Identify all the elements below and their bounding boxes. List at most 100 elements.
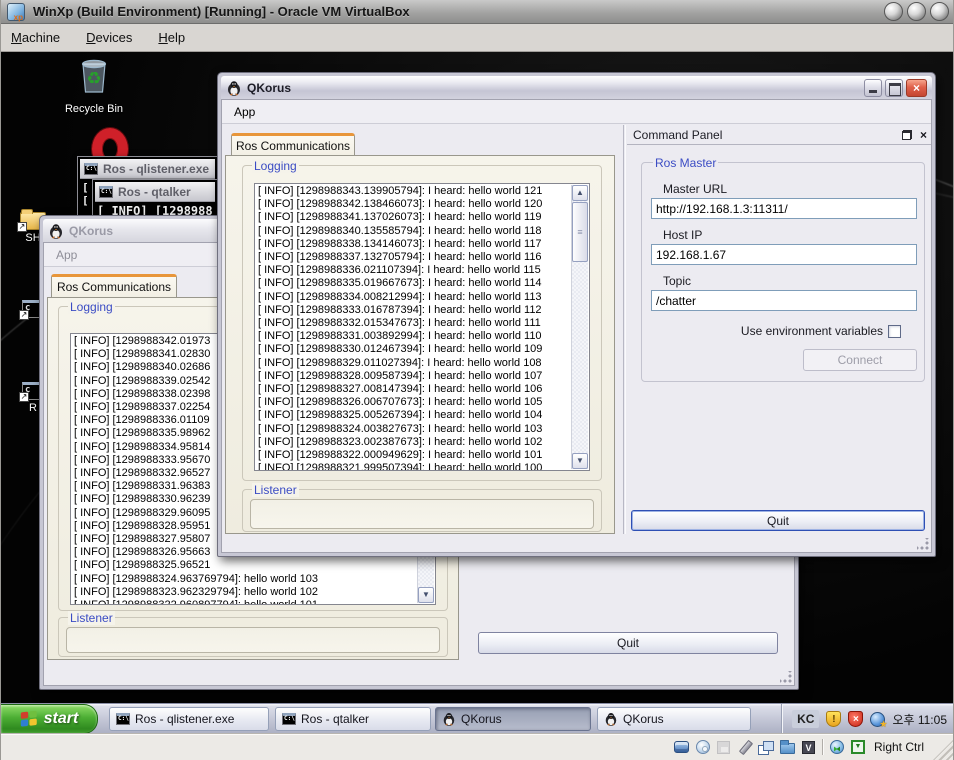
log-line[interactable]: [ INFO] [1298988324.003827673]: I heard:… bbox=[258, 423, 571, 436]
command-panel-titlebar[interactable]: Command Panel × bbox=[627, 125, 931, 145]
virtualization-chip-icon[interactable]: V bbox=[801, 740, 815, 754]
scroll-up-button[interactable]: ▲ bbox=[572, 185, 588, 201]
log-line[interactable]: [ INFO] [1298988321.999507394]: I heard:… bbox=[258, 462, 571, 470]
log-line[interactable]: [ INFO] [1298988323.002387673]: I heard:… bbox=[258, 436, 571, 449]
log-line[interactable]: [ INFO] [1298988335.019667673]: I heard:… bbox=[258, 277, 571, 290]
topic-input[interactable] bbox=[651, 290, 917, 311]
tab-ros-communications[interactable]: Ros Communications bbox=[51, 274, 177, 297]
log-line[interactable]: [ INFO] [1298988341.137026073]: I heard:… bbox=[258, 211, 571, 224]
security-alert-icon[interactable]: ! bbox=[826, 711, 842, 727]
log-line[interactable]: [ INFO] [1298988338.134146073]: I heard:… bbox=[258, 238, 571, 251]
log-line[interactable]: [ INFO] [1298988340.135585794]: I heard:… bbox=[258, 225, 571, 238]
taskbar-item-qkorus-active[interactable]: QKorus bbox=[435, 707, 591, 731]
cmd-icon bbox=[84, 162, 98, 175]
scroll-down-button[interactable]: ▼ bbox=[572, 453, 588, 469]
log-line[interactable]: [ INFO] [1298988329.011027394]: I heard:… bbox=[258, 357, 571, 370]
window-body: App Ros Communications Logging [ INFO] [… bbox=[221, 99, 932, 553]
host-minimize-button[interactable] bbox=[884, 2, 903, 21]
log-scrollbar[interactable]: ▲ ≡ ▼ bbox=[571, 185, 588, 469]
log-line[interactable]: [ INFO] [1298988327.008147394]: I heard:… bbox=[258, 383, 571, 396]
command-panel-title: Command Panel bbox=[633, 127, 723, 142]
menu-app[interactable]: App bbox=[234, 105, 255, 119]
guest-display-icon[interactable]: ▼ bbox=[850, 740, 865, 754]
scroll-thumb[interactable]: ≡ bbox=[572, 202, 588, 262]
menu-help[interactable]: Help bbox=[158, 30, 185, 45]
start-button[interactable]: start bbox=[1, 704, 98, 733]
cmd-icon bbox=[116, 713, 130, 725]
usb-devices-icon[interactable] bbox=[737, 740, 751, 754]
floppy-icon[interactable] bbox=[716, 740, 730, 754]
listener-box bbox=[250, 499, 594, 529]
window-titlebar[interactable]: QKorus × bbox=[221, 76, 932, 99]
master-url-input[interactable] bbox=[651, 198, 917, 219]
log-line[interactable]: [ INFO] [1298988325.005267394]: I heard:… bbox=[258, 409, 571, 422]
dock-close-icon[interactable]: × bbox=[920, 129, 927, 141]
host-resize-grip[interactable] bbox=[933, 740, 953, 760]
qkorus-app-icon bbox=[228, 80, 240, 96]
log-line[interactable]: [ INFO] [1298988332.015347673]: I heard:… bbox=[258, 317, 571, 330]
quit-button[interactable]: Quit bbox=[631, 510, 925, 531]
log-line[interactable]: [ INFO] [1298988336.021107394]: I heard:… bbox=[258, 264, 571, 277]
log-line[interactable]: [ INFO] [1298988324.963769794]: hello wo… bbox=[74, 573, 417, 586]
update-globe-icon[interactable] bbox=[870, 711, 887, 730]
log-line[interactable]: [ INFO] [1298988342.138466073]: I heard:… bbox=[258, 198, 571, 211]
use-env-vars-checkbox[interactable] bbox=[888, 325, 901, 338]
log-line[interactable]: [ INFO] [1298988334.008212994]: I heard:… bbox=[258, 291, 571, 304]
close-button[interactable]: × bbox=[906, 78, 927, 97]
resize-grip[interactable] bbox=[917, 538, 929, 550]
logging-list[interactable]: [ INFO] [1298988343.139905794]: I heard:… bbox=[254, 183, 590, 471]
dock-float-icon[interactable] bbox=[901, 129, 912, 140]
log-line[interactable]: [ INFO] [1298988331.003892994]: I heard:… bbox=[258, 330, 571, 343]
vbox-statusbar: V ▼ Right Ctrl bbox=[1, 733, 953, 760]
menu-devices[interactable]: Devices bbox=[86, 30, 132, 45]
taskbar-clock[interactable]: 오후 11:05 bbox=[892, 711, 947, 728]
hard-disks-icon[interactable] bbox=[673, 741, 689, 753]
host-close-button[interactable] bbox=[930, 2, 949, 21]
shared-folders-icon[interactable] bbox=[779, 740, 795, 754]
taskbar-item-qkorus[interactable]: QKorus bbox=[597, 707, 751, 731]
network-adapters-icon[interactable] bbox=[829, 740, 844, 754]
ros-master-group-label: Ros Master bbox=[653, 156, 719, 170]
language-indicator[interactable]: KC bbox=[792, 710, 820, 728]
qkorus-window-front[interactable]: QKorus × App Ros Communications Logging bbox=[217, 72, 936, 557]
log-line[interactable]: [ INFO] [1298988326.006707673]: I heard:… bbox=[258, 396, 571, 409]
scroll-down-button[interactable]: ▼ bbox=[418, 587, 434, 603]
log-line[interactable]: [ INFO] [1298988328.009587394]: I heard:… bbox=[258, 370, 571, 383]
quit-button[interactable]: Quit bbox=[478, 632, 778, 654]
taskbar-item-label: QKorus bbox=[461, 712, 502, 726]
dock-splitter[interactable] bbox=[623, 125, 626, 534]
maximize-button[interactable] bbox=[885, 78, 903, 97]
host-maximize-button[interactable] bbox=[907, 2, 926, 21]
system-tray: KC ! × 오후 11:05 bbox=[781, 704, 953, 733]
resize-grip[interactable] bbox=[780, 671, 792, 683]
log-line[interactable]: [ INFO] [1298988323.962329794]: hello wo… bbox=[74, 586, 417, 599]
host-ip-input[interactable] bbox=[651, 244, 917, 265]
security-risk-icon[interactable]: × bbox=[848, 711, 864, 727]
log-line[interactable]: [ INFO] [1298988322.960897794]: hello wo… bbox=[74, 599, 417, 604]
connect-button[interactable]: Connect bbox=[803, 349, 917, 371]
log-line[interactable]: [ INFO] [1298988333.016787394]: I heard:… bbox=[258, 304, 571, 317]
shortcut-arrow-icon: ↗ bbox=[19, 392, 29, 402]
log-line[interactable]: [ INFO] [1298988325.96521 bbox=[74, 559, 417, 572]
optical-disc-icon[interactable] bbox=[695, 740, 710, 754]
tab-ros-communications[interactable]: Ros Communications bbox=[231, 133, 355, 156]
console-titlebar[interactable]: Ros - qtalker bbox=[95, 182, 215, 202]
menu-app[interactable]: App bbox=[56, 248, 77, 262]
shared-clipboard-icon[interactable] bbox=[757, 740, 774, 755]
console-titlebar[interactable]: Ros - qlistener.exe bbox=[80, 159, 215, 179]
vbox-titlebar[interactable]: WinXp (Build Environment) [Running] - Or… bbox=[1, 0, 953, 24]
desktop-icon-recycle-bin[interactable]: ♻ Recycle Bin bbox=[53, 54, 135, 115]
vbox-window-title: WinXp (Build Environment) [Running] - Or… bbox=[33, 4, 410, 19]
qkorus-app-icon bbox=[605, 713, 617, 726]
log-line[interactable]: [ INFO] [1298988343.139905794]: I heard:… bbox=[258, 185, 571, 198]
taskbar-item-qtalker[interactable]: Ros - qtalker bbox=[275, 707, 431, 731]
log-line[interactable]: [ INFO] [1298988337.132705794]: I heard:… bbox=[258, 251, 571, 264]
log-line[interactable]: [ INFO] [1298988330.012467394]: I heard:… bbox=[258, 343, 571, 356]
minimize-button[interactable] bbox=[864, 78, 882, 97]
app-menubar: App bbox=[222, 100, 931, 124]
shortcut-arrow-icon: ↗ bbox=[17, 222, 27, 232]
log-line[interactable]: [ INFO] [1298988322.000949629]: I heard:… bbox=[258, 449, 571, 462]
cmd-icon bbox=[282, 713, 296, 725]
taskbar-item-qlistener[interactable]: Ros - qlistener.exe bbox=[109, 707, 269, 731]
menu-machine[interactable]: Machine bbox=[11, 30, 60, 45]
